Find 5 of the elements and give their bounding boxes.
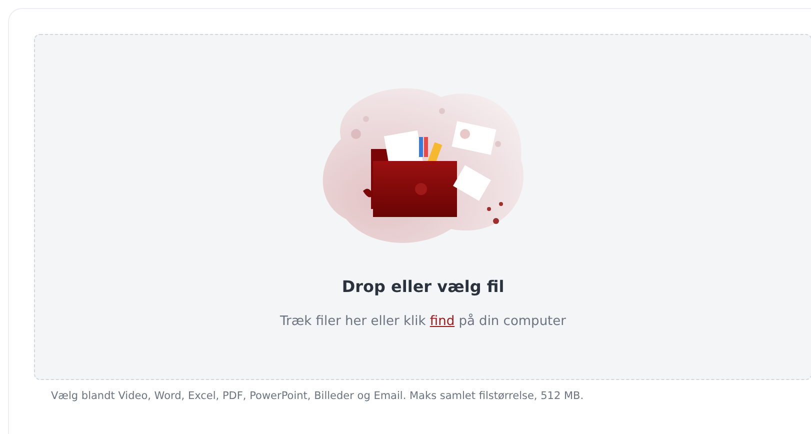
find-link[interactable]: find (430, 314, 455, 329)
drop-instructions: Træk filer her eller klik find på din computer (280, 314, 566, 329)
file-types-note: Vælg blandt Video, Word, Excel, PDF, PowerPoint, Billeder og Email. Maks samlet filstørrelse, 512 MB. (51, 390, 585, 402)
drop-zone[interactable]: Drop eller vælg fil Træk filer her eller klik find på din computer (34, 34, 811, 380)
drop-title: Drop eller vælg fil (342, 277, 504, 296)
